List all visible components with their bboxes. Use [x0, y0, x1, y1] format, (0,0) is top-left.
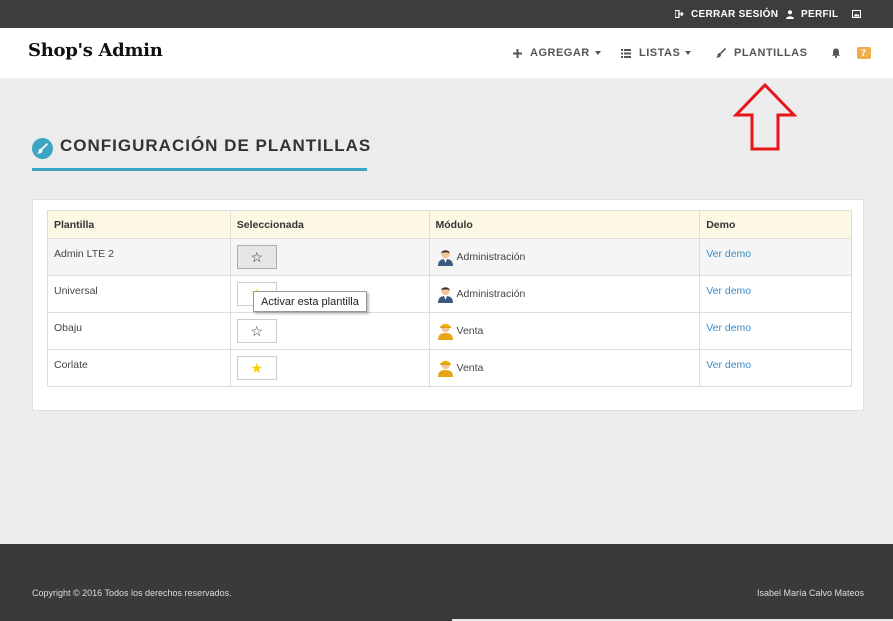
sales-user-icon: [437, 360, 453, 377]
picture-icon: [852, 10, 861, 18]
activate-template-tooltip: Activar esta plantilla: [253, 291, 367, 312]
brand-logo[interactable]: Shop's Admin: [28, 40, 163, 61]
sign-out-icon: [675, 10, 684, 18]
module-name: Administración: [456, 288, 526, 300]
notifications-badge: 7: [857, 47, 871, 59]
table-row: Admin LTE 2 ☆ Administración Ver demo: [47, 238, 852, 276]
logout-label: CERRAR SESIÓN: [691, 8, 779, 20]
select-template-button[interactable]: ☆: [236, 245, 277, 269]
brush-icon: [32, 138, 53, 159]
nav-templates-label: PLANTILLAS: [734, 47, 808, 59]
top-bar: CERRAR SESIÓN PERFIL: [0, 0, 893, 28]
star-filled-icon: ★: [250, 360, 264, 376]
profile-label: PERFIL: [801, 8, 839, 20]
module-name: Venta: [456, 362, 484, 374]
selected-cell: ☆: [229, 312, 430, 350]
template-name: Admin LTE 2: [47, 238, 231, 276]
bell-icon: [832, 48, 840, 58]
admin-user-icon: [437, 286, 453, 303]
table-row: Universal ★ Administración Ver demo: [47, 275, 852, 313]
module-cell: Administración: [428, 238, 701, 276]
list-icon: [621, 48, 631, 58]
module-name: Administración: [456, 251, 526, 263]
templates-panel: Plantilla Seleccionada Módulo Demo Admin…: [32, 199, 864, 411]
select-template-button[interactable]: ★: [236, 356, 277, 380]
template-name: Obaju: [47, 312, 231, 350]
title-underline: [32, 168, 367, 171]
header-template: Plantilla: [47, 210, 231, 239]
view-demo-link[interactable]: Ver demo: [706, 285, 751, 297]
demo-cell: Ver demo: [699, 275, 852, 313]
brush-icon: [716, 48, 726, 58]
demo-cell: Ver demo: [699, 312, 852, 350]
picture-link[interactable]: [852, 0, 868, 28]
page-header: CONFIGURACIÓN DE PLANTILLAS: [32, 136, 371, 172]
template-name: Universal: [47, 275, 231, 313]
selected-cell: ☆: [229, 238, 430, 276]
template-name: Corlate: [47, 349, 231, 387]
page-footer: Copyright © 2016 Todos los derechos rese…: [0, 544, 893, 621]
nav-lists-label: LISTAS: [639, 47, 681, 59]
caret-down-icon: [685, 51, 692, 55]
view-demo-link[interactable]: Ver demo: [706, 248, 751, 260]
header-module: Módulo: [428, 210, 701, 239]
page-title: CONFIGURACIÓN DE PLANTILLAS: [60, 136, 372, 155]
selected-cell: ★: [229, 349, 430, 387]
user-icon: [786, 9, 794, 19]
module-cell: Administración: [428, 275, 701, 313]
table-row: Corlate ★ Venta Ver demo: [47, 349, 852, 387]
header-demo: Demo: [699, 210, 852, 239]
plus-icon: [513, 48, 522, 58]
demo-cell: Ver demo: [699, 349, 852, 387]
module-cell: Venta: [428, 349, 701, 387]
table-header-row: Plantilla Seleccionada Módulo Demo: [47, 210, 852, 239]
nav-templates-link[interactable]: PLANTILLAS: [716, 28, 807, 78]
red-arrow-annotation: [733, 82, 797, 151]
admin-user-icon: [437, 249, 453, 266]
copyright-text: Copyright © 2016 Todos los derechos rese…: [32, 588, 232, 598]
notifications-button[interactable]: 7: [831, 28, 871, 78]
main-navbar: Shop's Admin AGREGAR LISTAS PLANTILLAS 7: [0, 28, 893, 78]
caret-down-icon: [594, 51, 601, 55]
star-outline-icon: ☆: [250, 249, 264, 265]
demo-cell: Ver demo: [699, 238, 852, 276]
module-name: Venta: [456, 325, 484, 337]
templates-table: Plantilla Seleccionada Módulo Demo Admin…: [47, 210, 852, 387]
nav-lists-dropdown[interactable]: LISTAS: [621, 28, 692, 78]
view-demo-link[interactable]: Ver demo: [706, 322, 751, 334]
logout-link[interactable]: CERRAR SESIÓN: [675, 0, 778, 28]
profile-link[interactable]: PERFIL: [786, 0, 838, 28]
select-template-button[interactable]: ☆: [236, 319, 277, 343]
header-selected: Seleccionada: [229, 210, 430, 239]
author-text: Isabel María Calvo Mateos: [756, 588, 864, 598]
nav-add-dropdown[interactable]: AGREGAR: [513, 28, 601, 78]
star-outline-icon: ☆: [250, 323, 264, 339]
table-row: Obaju ☆ Venta Ver demo: [47, 312, 852, 350]
view-demo-link[interactable]: Ver demo: [706, 359, 751, 371]
sales-user-icon: [437, 323, 453, 340]
nav-add-label: AGREGAR: [530, 47, 590, 59]
module-cell: Venta: [428, 312, 701, 350]
